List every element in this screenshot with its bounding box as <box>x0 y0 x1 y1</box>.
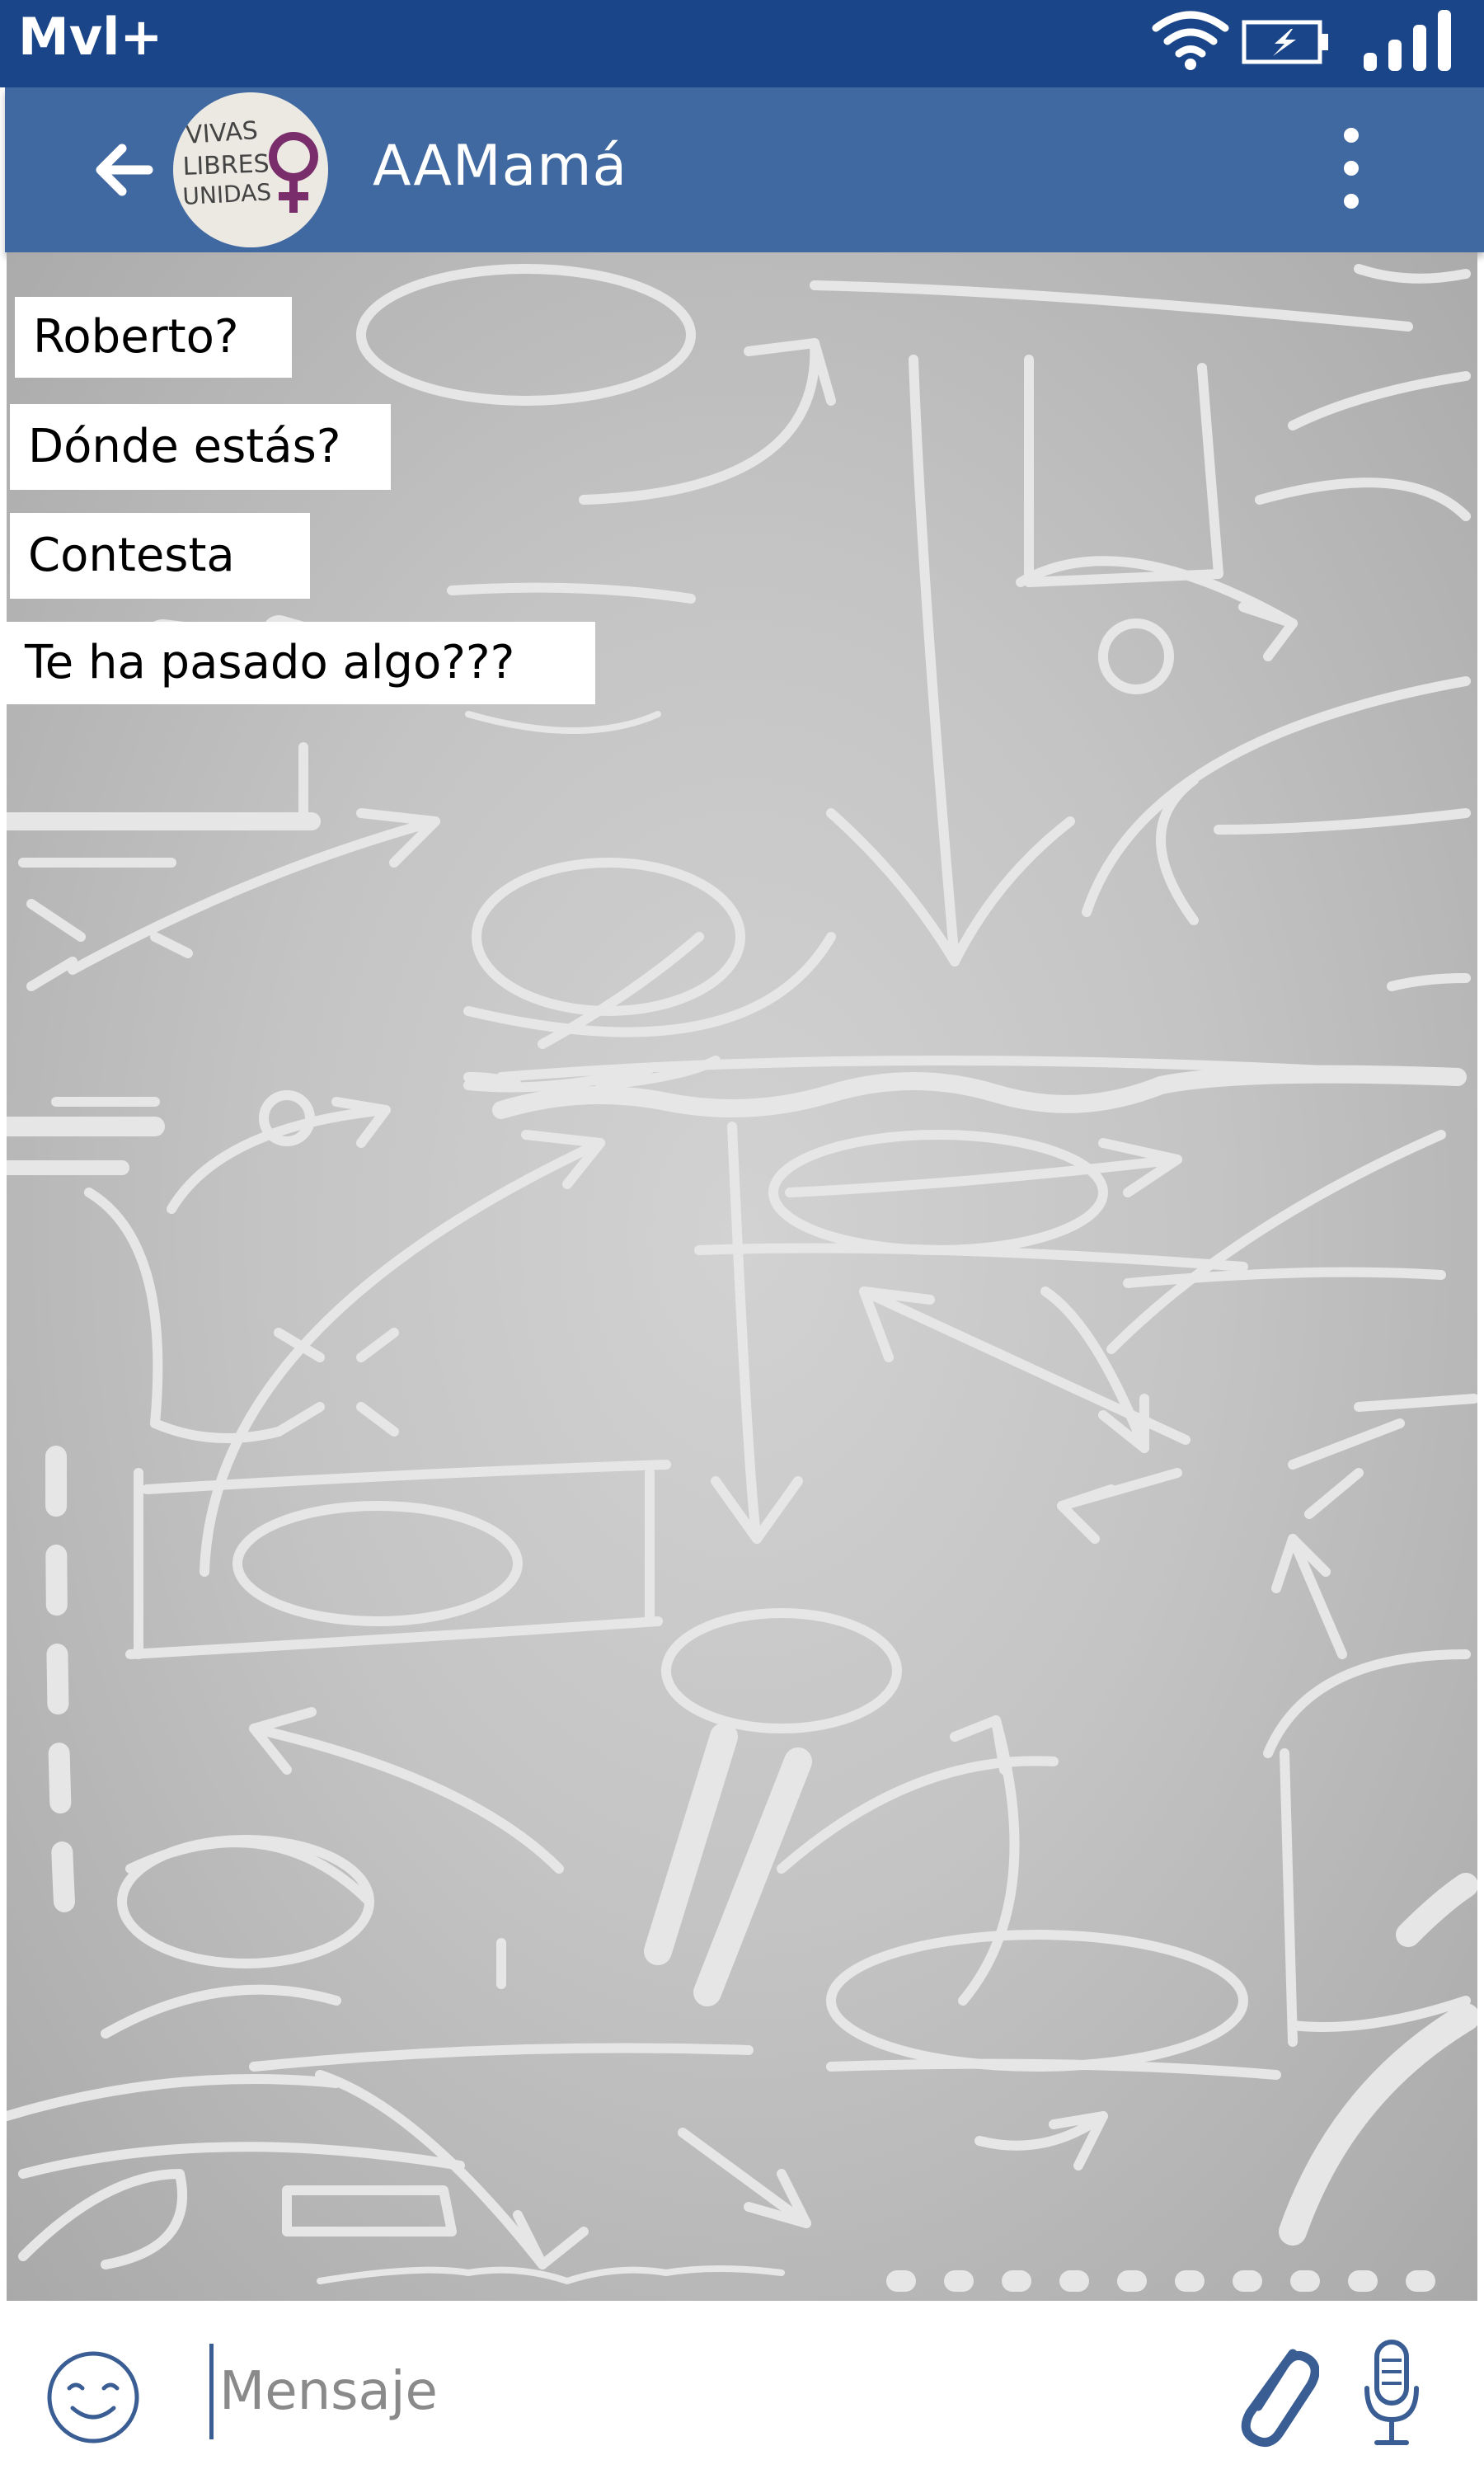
message-bubble[interactable]: Te ha pasado algo??? <box>7 622 595 704</box>
more-vertical-icon[interactable] <box>1331 117 1372 224</box>
message-input[interactable] <box>216 2342 1212 2441</box>
svg-text:LIBRES: LIBRES <box>182 149 270 181</box>
group-logo-icon: VIVAS LIBRES UNIDAS <box>182 116 318 213</box>
chat-background: Roberto? Dónde estás? Contesta Te ha pas… <box>7 252 1477 2301</box>
message-text: Te ha pasado algo??? <box>25 636 515 689</box>
chat-header: VIVAS LIBRES UNIDAS AAMamá <box>5 87 1484 252</box>
message-text: Dónde estás? <box>28 420 341 473</box>
microphone-icon[interactable] <box>1359 2337 1425 2449</box>
message-text: Roberto? <box>33 310 239 364</box>
chat-title[interactable]: AAMamá <box>373 134 627 199</box>
message-bubble[interactable]: Contesta <box>10 513 310 599</box>
back-arrow-icon[interactable] <box>91 137 157 203</box>
paperclip-icon[interactable] <box>1228 2331 1319 2454</box>
emoji-icon[interactable] <box>45 2349 142 2446</box>
battery-charging-icon <box>1242 20 1328 64</box>
carrier-label: Mvl+ <box>18 7 163 67</box>
signal-icon <box>1364 10 1451 71</box>
text-cursor <box>209 2344 214 2439</box>
svg-text:UNIDAS: UNIDAS <box>182 178 272 210</box>
wifi-icon <box>1152 11 1229 70</box>
message-bubble[interactable]: Dónde estás? <box>10 404 391 490</box>
svg-text:VIVAS: VIVAS <box>185 116 259 150</box>
status-bar: Mvl+ <box>0 0 1484 87</box>
message-bubble[interactable]: Roberto? <box>15 297 292 378</box>
message-text: Contesta <box>28 529 235 582</box>
message-composer <box>0 2301 1484 2474</box>
avatar[interactable]: VIVAS LIBRES UNIDAS <box>173 92 328 247</box>
